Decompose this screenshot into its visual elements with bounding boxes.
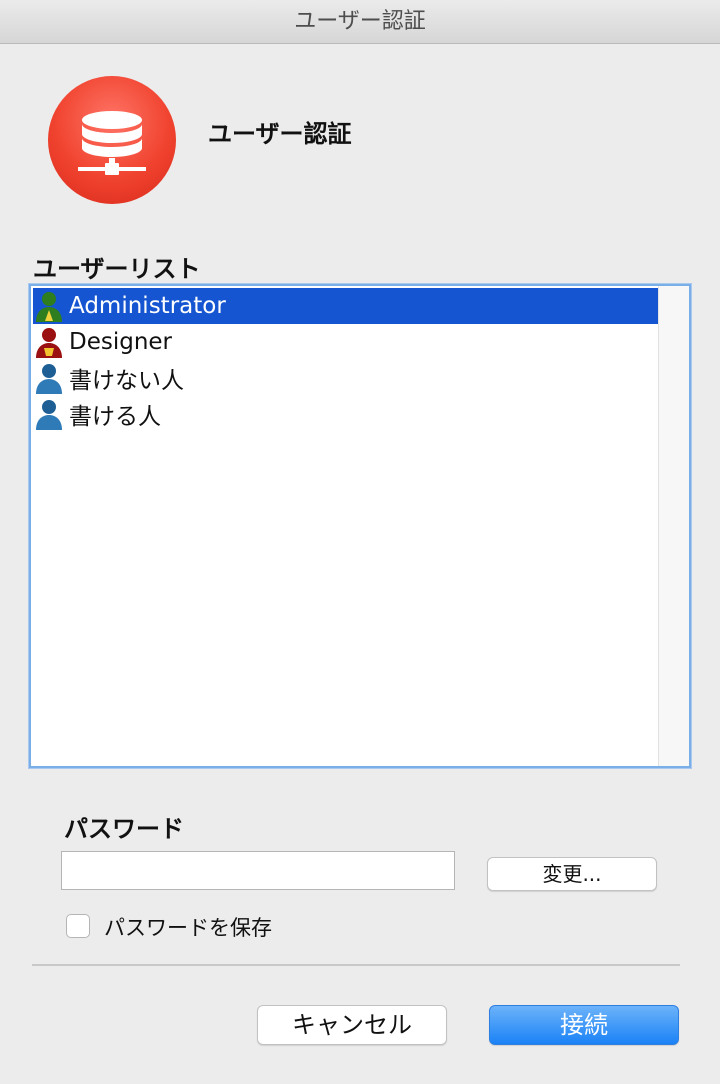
cancel-button[interactable]: キャンセル (257, 1005, 447, 1045)
list-item-label: Administrator (69, 293, 226, 319)
connect-button[interactable]: 接続 (489, 1005, 679, 1045)
list-item-kakenai-hito[interactable]: 書けない人 (33, 360, 659, 396)
user-admin-icon (36, 292, 62, 322)
divider (32, 964, 680, 966)
page-title: ユーザー認証 (208, 120, 352, 148)
list-item-administrator[interactable]: Administrator (33, 288, 659, 324)
password-label: パスワード (64, 815, 184, 843)
user-list[interactable]: Administrator Designer 書けない人 書ける人 (29, 284, 691, 768)
password-field[interactable] (61, 851, 455, 890)
database-network-icon (48, 76, 176, 204)
change-password-button[interactable]: 変更... (487, 857, 657, 891)
window-title: ユーザー認証 (0, 0, 720, 44)
scrollbar[interactable] (658, 286, 689, 766)
user-icon (36, 364, 62, 394)
list-item-designer[interactable]: Designer (33, 324, 659, 360)
list-item-label: Designer (69, 329, 173, 355)
list-item-label: 書ける人 (69, 404, 161, 430)
user-designer-icon (36, 328, 62, 358)
save-password-checkbox[interactable] (66, 914, 90, 938)
user-list-label: ユーザーリスト (33, 255, 201, 283)
dialog-window: ユーザー認証 ユーザー認証 ユーザーリスト Administrator Desi… (0, 0, 720, 1084)
save-password-label: パスワードを保存 (104, 916, 272, 940)
list-item-label: 書けない人 (69, 368, 184, 394)
list-item-kakeru-hito[interactable]: 書ける人 (33, 396, 659, 432)
user-icon (36, 400, 62, 430)
